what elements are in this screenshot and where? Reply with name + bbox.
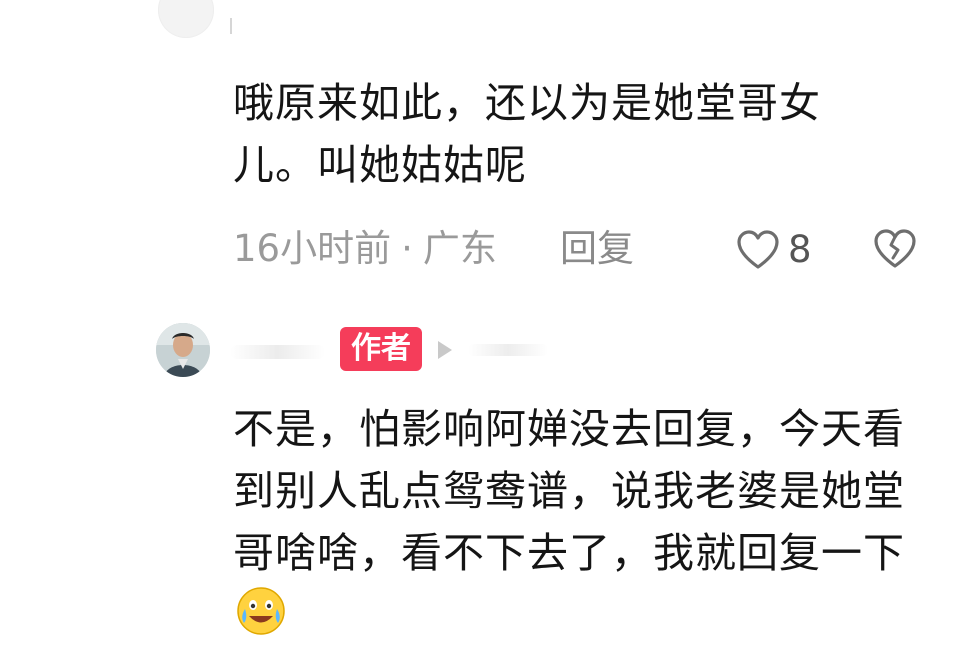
reply-target-name-blurred[interactable] — [468, 344, 548, 356]
meta-separator: · — [401, 227, 413, 270]
broken-heart-icon[interactable] — [873, 226, 917, 270]
reply-arrow-icon — [438, 341, 452, 359]
author-comment: 不是，怕影响阿婵没去回复，今天看到别人乱点鸳鸯谱，说我老婆是她堂哥啥啥，看不下去… — [233, 398, 933, 646]
author-name-blurred[interactable] — [230, 345, 325, 359]
author-badge: 作者 — [340, 327, 422, 371]
author-comment-text: 不是，怕影响阿婵没去回复，今天看到别人乱点鸳鸯谱，说我老婆是她堂哥啥啥，看不下去… — [233, 405, 905, 577]
author-avatar[interactable] — [156, 323, 210, 377]
comment-text: 哦原来如此，还以为是她堂哥女儿。叫她姑姑呢 — [233, 79, 821, 189]
commenter-avatar[interactable] — [158, 0, 214, 38]
comment-meta: 16小时前 · 广东 — [233, 224, 497, 274]
commenter-name-blurred[interactable] — [230, 18, 246, 34]
reply-button[interactable]: 回复 — [560, 224, 634, 274]
comment-time: 16小时前 — [233, 227, 392, 270]
like-count: 8 — [788, 228, 812, 271]
like-button[interactable]: 8 — [736, 228, 812, 272]
grinning-tears-emoji — [237, 587, 285, 635]
heart-outline-icon — [737, 230, 779, 269]
comment-location: 广东 — [422, 227, 497, 270]
author-avatar-image — [156, 323, 210, 377]
